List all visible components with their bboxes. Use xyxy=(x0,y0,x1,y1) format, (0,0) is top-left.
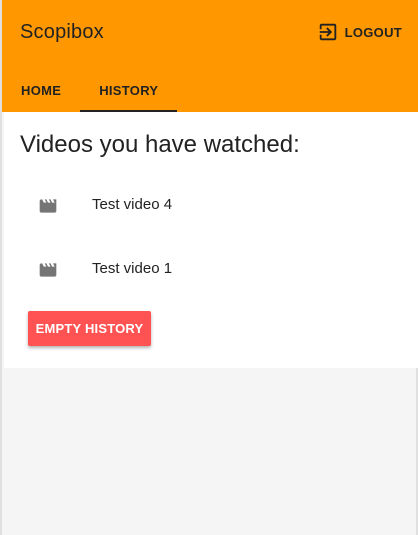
page-title: Videos you have watched: xyxy=(20,131,300,158)
app-frame: Scopibox LOGOUT HOME HISTORY Videos you … xyxy=(0,0,418,535)
nav-tabs: HOME HISTORY xyxy=(2,68,178,112)
logout-button[interactable]: LOGOUT xyxy=(317,20,402,44)
tab-history[interactable]: HISTORY xyxy=(80,68,178,112)
movie-clapper-icon xyxy=(38,196,58,216)
history-item[interactable]: Test video 4 xyxy=(4,188,418,228)
logout-label: LOGOUT xyxy=(344,24,402,40)
history-panel: Videos you have watched: Test video 4 Te… xyxy=(4,112,418,368)
history-item[interactable]: Test video 1 xyxy=(4,252,418,292)
history-item-title: Test video 4 xyxy=(92,196,173,213)
app-bar: Scopibox LOGOUT HOME HISTORY xyxy=(2,0,418,112)
app-brand: Scopibox xyxy=(20,21,104,43)
empty-history-button[interactable]: EMPTY HISTORY xyxy=(28,311,151,346)
tab-home[interactable]: HOME xyxy=(2,68,80,112)
movie-clapper-icon xyxy=(38,260,58,280)
history-item-title: Test video 1 xyxy=(92,260,173,277)
logout-icon xyxy=(317,21,339,43)
